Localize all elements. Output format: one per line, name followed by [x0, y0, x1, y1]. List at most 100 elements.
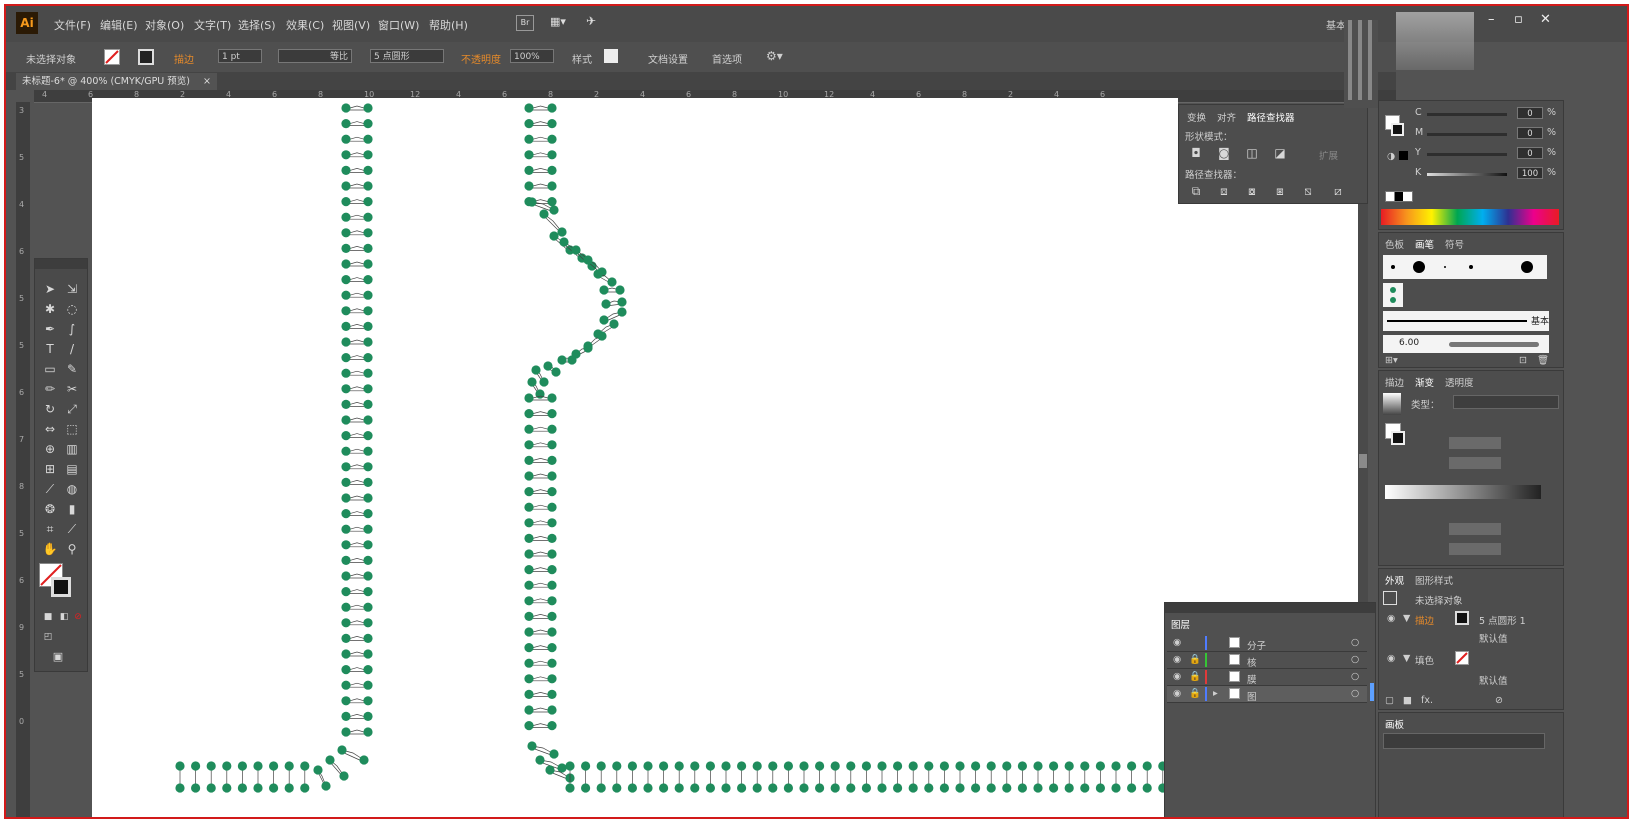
lipid-head[interactable] [341, 509, 351, 519]
gradient-location-field[interactable] [1449, 543, 1501, 555]
lipid-head[interactable] [341, 337, 351, 347]
lipid-head[interactable] [341, 477, 351, 487]
lipid-head[interactable] [363, 290, 373, 300]
opacity-field[interactable]: 100% [510, 49, 554, 63]
lipid-head[interactable] [341, 524, 351, 534]
lipid-head[interactable] [527, 741, 537, 751]
lipid-head[interactable] [524, 658, 534, 668]
lipid-head[interactable] [627, 783, 638, 793]
add-stroke-icon[interactable]: ▢ [1385, 695, 1394, 706]
lipid-head[interactable] [524, 103, 534, 113]
lipid-head[interactable] [547, 424, 557, 434]
color-spectrum[interactable] [1381, 209, 1559, 225]
lipid-head[interactable] [524, 487, 534, 497]
lipid-head[interactable] [939, 761, 950, 771]
channel-value-c[interactable]: 0 [1517, 107, 1543, 119]
lipid-head[interactable] [783, 761, 794, 771]
lipid-head[interactable] [524, 674, 534, 684]
lipid-head[interactable] [222, 761, 232, 771]
layer-row[interactable]: ◉ 🔒 核 ○ [1167, 652, 1367, 669]
lipid-head[interactable] [363, 727, 373, 737]
lipid-head[interactable] [363, 306, 373, 316]
channel-slider-m[interactable] [1427, 133, 1507, 136]
lipid-head[interactable] [363, 197, 373, 207]
minimize-button[interactable]: – [1488, 12, 1495, 27]
channel-slider-k[interactable] [1427, 173, 1507, 176]
lipid-head[interactable] [341, 243, 351, 253]
lipid-head[interactable] [524, 580, 534, 590]
layer-name[interactable]: 图 [1247, 689, 1257, 703]
lipid-head[interactable] [690, 783, 700, 793]
lipid-head[interactable] [363, 321, 373, 331]
tab-transparency[interactable]: 透明度 [1445, 375, 1474, 389]
lipid-head[interactable] [596, 761, 606, 771]
line-tool-icon[interactable]: / [63, 341, 81, 357]
hand-tool-icon[interactable]: ✋ [41, 541, 59, 557]
stroke-color-swatch[interactable] [51, 577, 71, 597]
lipid-head[interactable] [1127, 761, 1137, 771]
basic-brush-row[interactable]: 基本 [1383, 311, 1549, 331]
lipid-head[interactable] [341, 306, 351, 316]
lipid-head[interactable] [547, 643, 557, 653]
lipid-head[interactable] [341, 134, 351, 144]
channel-value-m[interactable]: 0 [1517, 127, 1543, 139]
lipid-head[interactable] [524, 721, 534, 731]
lipid-head[interactable] [363, 399, 373, 409]
lipid-head[interactable] [599, 285, 609, 295]
lipid-head[interactable] [363, 540, 373, 550]
lipid-head[interactable] [547, 181, 557, 191]
lipid-head[interactable] [547, 689, 557, 700]
gradient-slider[interactable] [1385, 485, 1541, 499]
gradient-stroke-swatch[interactable] [1391, 431, 1405, 445]
lipid-head[interactable] [363, 165, 373, 175]
lipid-head[interactable] [893, 783, 903, 793]
lipid-head[interactable] [674, 761, 684, 771]
none-mode-icon[interactable]: ⊘ [69, 609, 87, 625]
lipid-head[interactable] [1142, 761, 1152, 771]
lipid-head[interactable] [341, 462, 351, 472]
artboard[interactable] [92, 98, 1178, 817]
lipid-head[interactable] [363, 415, 373, 425]
lipid-head[interactable] [539, 377, 549, 387]
lipid-head[interactable] [363, 150, 373, 160]
lipid-head[interactable] [341, 181, 351, 191]
panel-menu-icon[interactable]: ⚙▾ [766, 49, 783, 63]
symbol-sprayer-tool-icon[interactable]: ❂ [41, 501, 59, 517]
lipid-head[interactable] [799, 761, 809, 771]
lipid-head[interactable] [547, 440, 557, 450]
direct-selection-tool-icon[interactable]: ⇲ [63, 281, 81, 297]
lipid-head[interactable] [341, 103, 351, 113]
lipid-head[interactable] [783, 783, 794, 793]
lipid-head[interactable] [341, 228, 351, 238]
free-transform-tool-icon[interactable]: ⬚ [63, 421, 81, 437]
brush-library-menu-icon[interactable]: ⊞▾ [1385, 355, 1398, 366]
zoom-tool-icon[interactable]: ⚲ [63, 541, 81, 557]
lipid-head[interactable] [1049, 761, 1059, 771]
lipid-head[interactable] [690, 761, 700, 771]
lipid-head[interactable] [1064, 761, 1074, 771]
draw-mode-icon[interactable]: ◰ [39, 629, 57, 645]
visibility-eye-icon[interactable]: ◉ [1387, 653, 1395, 664]
lipid-head[interactable] [986, 783, 996, 793]
lipid-head[interactable] [524, 596, 534, 606]
mesh-tool-icon[interactable]: ⊞ [41, 461, 59, 477]
lipid-head[interactable] [1142, 783, 1152, 793]
tab-gradient[interactable]: 渐变 [1415, 375, 1434, 389]
lipid-head[interactable] [363, 119, 373, 129]
gradient-aspect-field[interactable] [1449, 457, 1501, 469]
lipid-head[interactable] [524, 409, 534, 419]
lipid-head[interactable] [363, 493, 373, 503]
lipid-head[interactable] [524, 643, 534, 653]
lipid-head[interactable] [557, 355, 567, 365]
expand-button[interactable]: 扩展 [1319, 148, 1338, 162]
lipid-head[interactable] [545, 765, 555, 775]
layer-target-icon[interactable]: ○ [1351, 688, 1359, 699]
close-button[interactable]: ✕ [1540, 12, 1551, 27]
perspective-grid-tool-icon[interactable]: ▥ [63, 441, 81, 457]
lipid-head[interactable] [583, 343, 593, 353]
lipid-head[interactable] [559, 237, 569, 247]
new-brush-icon[interactable]: ⊡ [1519, 355, 1527, 366]
layer-name[interactable]: 分子 [1247, 638, 1266, 652]
menu-window[interactable]: 窗口(W) [378, 17, 419, 33]
lipid-head[interactable] [547, 721, 557, 731]
